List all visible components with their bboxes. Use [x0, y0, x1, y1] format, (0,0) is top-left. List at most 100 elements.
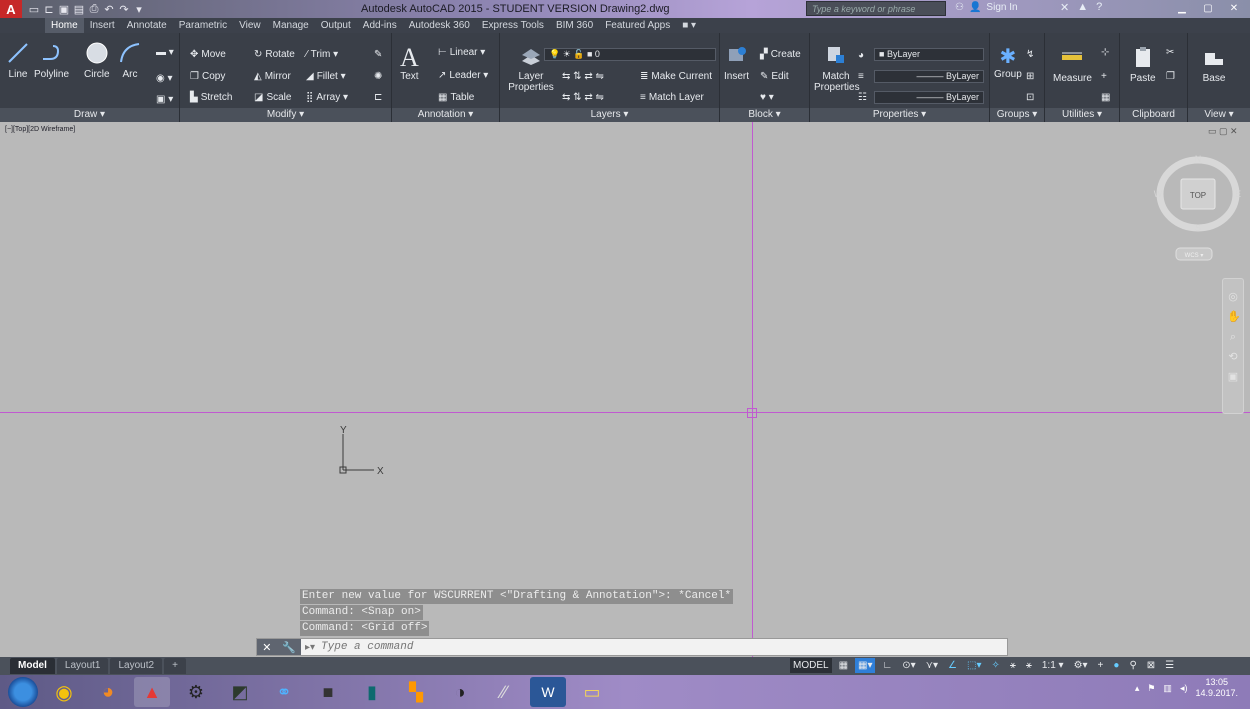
customize-icon[interactable]: 🔧: [282, 641, 296, 654]
tab-express-tools[interactable]: Express Tools: [476, 18, 550, 33]
viewport-controls-label[interactable]: [−][Top][2D Wireframe]: [5, 126, 75, 133]
stretch-button[interactable]: ▙ Stretch: [190, 92, 232, 103]
paste-button[interactable]: Paste: [1130, 45, 1156, 84]
exchange-icon[interactable]: ✕: [1060, 1, 1069, 14]
save-icon[interactable]: ▣: [58, 3, 70, 16]
app-icon-4[interactable]: ■: [310, 677, 346, 707]
undo-icon[interactable]: ↶: [103, 3, 115, 16]
view-panel-title[interactable]: View ▾: [1188, 108, 1250, 122]
tab-autodesk-360[interactable]: Autodesk 360: [403, 18, 476, 33]
copy-button[interactable]: ❐ Copy: [190, 71, 225, 82]
autodesk-a360-icon[interactable]: ▲: [1077, 1, 1088, 14]
command-input[interactable]: [315, 641, 996, 653]
viewport-window-controls[interactable]: ▭ ▢ ✕: [1208, 126, 1238, 137]
trim-button[interactable]: ⁄ Trim ▾: [306, 49, 338, 60]
base-view-button[interactable]: Base: [1202, 45, 1226, 84]
clean-screen-icon[interactable]: ⊠: [1144, 658, 1158, 673]
help-icon[interactable]: ?: [1096, 1, 1102, 14]
word-icon[interactable]: W: [530, 677, 566, 707]
modify-panel-title[interactable]: Modify ▾: [180, 108, 391, 122]
tab-manage[interactable]: Manage: [267, 18, 315, 33]
recent-commands-icon[interactable]: ▸▾: [301, 642, 315, 653]
linetype-dropdown[interactable]: ——— ByLayer: [874, 91, 984, 104]
compass-west[interactable]: W: [1154, 189, 1163, 199]
viewcube[interactable]: TOP N S W E WCS ▾: [1150, 150, 1246, 268]
qat-dropdown-icon[interactable]: ▾: [133, 3, 145, 16]
firefox-icon[interactable]: ◕: [90, 677, 126, 707]
command-close-icon[interactable]: ✕: [262, 641, 271, 654]
offset-icon[interactable]: ⊏: [374, 92, 382, 103]
hardware-acceleration-icon[interactable]: ⚲: [1126, 658, 1139, 673]
layers-panel-title[interactable]: Layers ▾: [500, 108, 719, 122]
plot-icon[interactable]: ⎙: [88, 3, 100, 16]
tab-featured-apps[interactable]: Featured Apps: [599, 18, 676, 33]
id-point-icon[interactable]: ⊹: [1101, 47, 1109, 58]
app-icon-8[interactable]: ∕∕: [486, 677, 522, 707]
annotation-visibility-icon[interactable]: ✧: [988, 658, 1002, 673]
match-layer-button[interactable]: ≡ Match Layer: [640, 92, 704, 103]
pan-icon[interactable]: ✋: [1227, 307, 1241, 327]
annotation-panel-title[interactable]: Annotation ▾: [392, 108, 499, 122]
group-edit-icon[interactable]: ⊞: [1026, 71, 1034, 82]
showmotion-icon[interactable]: ▣: [1227, 367, 1239, 387]
start-button[interactable]: [8, 677, 38, 707]
tab-model[interactable]: Model: [10, 658, 55, 674]
close-icon[interactable]: ✕: [1222, 0, 1246, 16]
group-button[interactable]: ✱ Group: [994, 45, 1022, 80]
binoculars-icon[interactable]: ⚇: [955, 2, 964, 13]
workspace-gear-icon[interactable]: ⚙▾: [1071, 658, 1091, 673]
mirror-button[interactable]: ◭ Mirror: [254, 71, 291, 82]
tab-home[interactable]: Home: [45, 18, 84, 33]
layer-dropdown[interactable]: 💡 ☀ 🔓 ■ 0: [544, 48, 716, 61]
array-button[interactable]: ⣿ Array ▾: [306, 92, 348, 103]
rectangle-icon[interactable]: ▬ ▾: [156, 47, 174, 58]
hatch-icon[interactable]: ◉ ▾: [156, 73, 173, 84]
app-icon-5[interactable]: ▮: [354, 677, 390, 707]
isolate-objects-icon[interactable]: ●: [1110, 658, 1122, 673]
viewcube-top-face[interactable]: TOP: [1190, 191, 1206, 200]
redo-icon[interactable]: ↷: [118, 3, 130, 16]
object-snap-icon[interactable]: ⬚▾: [964, 658, 984, 673]
ribbon-options-icon[interactable]: ■ ▾: [676, 18, 702, 33]
copy-clip-icon[interactable]: ❐: [1166, 71, 1175, 82]
region-icon[interactable]: ▣ ▾: [156, 94, 173, 105]
linear-dim-button[interactable]: ⊢ Linear ▾: [438, 47, 485, 58]
create-block-button[interactable]: ▞ Create: [760, 49, 801, 60]
tab-annotate[interactable]: Annotate: [121, 18, 173, 33]
leader-button[interactable]: ↗ Leader ▾: [438, 70, 488, 81]
app-icon-3[interactable]: ⚭: [266, 677, 302, 707]
orbit-icon[interactable]: ⟲: [1227, 347, 1239, 367]
sign-in-button[interactable]: ⚇ 👤 Sign In: [955, 2, 1018, 13]
grid-icon[interactable]: ▦: [836, 658, 851, 673]
clock[interactable]: 13:05 14.9.2017.: [1195, 677, 1238, 699]
tray-arrow-icon[interactable]: ▴: [1135, 683, 1140, 694]
table-button[interactable]: ▦ Table: [438, 92, 474, 103]
customize-status-icon[interactable]: ☰: [1162, 658, 1177, 673]
move-button[interactable]: ✥ Move: [190, 49, 226, 60]
volume-icon[interactable]: ◂): [1180, 683, 1188, 694]
steering-wheel-icon[interactable]: ◎: [1227, 287, 1239, 307]
object-snap-tracking-icon[interactable]: ∠: [945, 658, 960, 673]
chrome-icon[interactable]: ◉: [46, 677, 82, 707]
app-icon-2[interactable]: ◩: [222, 677, 258, 707]
new-layout-button[interactable]: +: [164, 658, 186, 674]
model-space-toggle[interactable]: MODEL: [790, 658, 832, 673]
point-icon[interactable]: +: [1101, 71, 1107, 82]
arc-button[interactable]: Arc: [118, 41, 142, 80]
clipboard-panel-title[interactable]: Clipboard: [1120, 108, 1187, 122]
match-properties-button[interactable]: Match Properties: [814, 43, 860, 93]
layer-tools-row-1[interactable]: ⇆ ⇅ ⇄ ⇋: [562, 71, 604, 82]
zoom-icon[interactable]: ⌕: [1227, 327, 1239, 347]
annotation-scale-value[interactable]: 1:1 ▾: [1039, 658, 1067, 673]
draw-panel-title[interactable]: Draw ▾: [0, 108, 179, 122]
scale-button[interactable]: ◪ Scale: [254, 92, 291, 103]
app-icon-6[interactable]: ▚: [398, 677, 434, 707]
annotation-monitor-icon[interactable]: +: [1095, 658, 1107, 673]
insert-button[interactable]: Insert: [724, 43, 749, 82]
application-menu-button[interactable]: A: [0, 0, 22, 18]
explode-icon[interactable]: ✺: [374, 71, 382, 82]
layer-tools-row-2[interactable]: ⇆ ⇅ ⇄ ⇋: [562, 92, 604, 103]
navigation-bar[interactable]: ◎ ✋ ⌕ ⟲ ▣: [1222, 278, 1244, 414]
ortho-icon[interactable]: ∟: [879, 658, 895, 673]
compass-east[interactable]: E: [1235, 189, 1241, 199]
